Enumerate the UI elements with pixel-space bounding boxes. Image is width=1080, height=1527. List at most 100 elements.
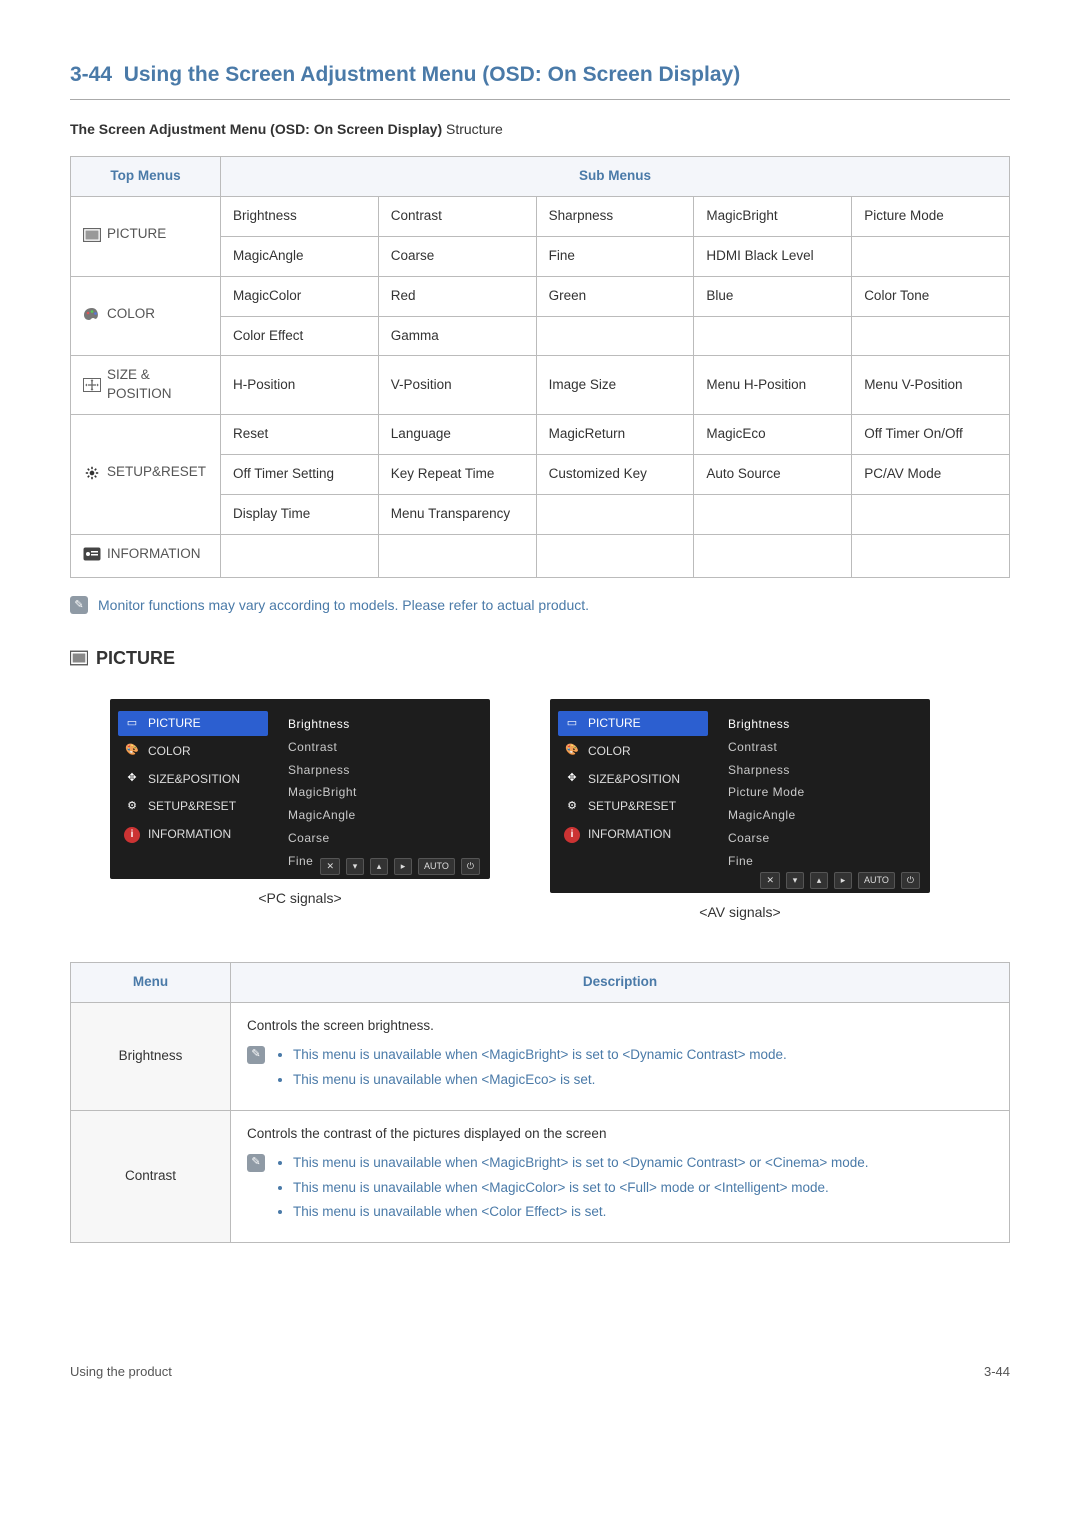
submenu-cell: Coarse — [378, 236, 536, 276]
info-icon: i — [124, 827, 140, 843]
section-text: Using the Screen Adjustment Menu (OSD: O… — [124, 63, 741, 86]
submenu-cell: Menu H-Position — [694, 356, 852, 415]
osd-option[interactable]: Brightness — [288, 713, 482, 736]
osd-nav-item[interactable]: ✥SIZE&POSITION — [118, 767, 268, 792]
osd-footer-button[interactable]: ✕ — [760, 872, 780, 889]
osd-footer-button[interactable]: ⏻ — [901, 872, 920, 889]
osd-nav-item[interactable]: ▭ PICTURE — [558, 711, 708, 736]
submenu-cell: Gamma — [378, 316, 536, 356]
submenu-cell: Customized Key — [536, 455, 694, 495]
desc-intro: Controls the contrast of the pictures di… — [247, 1125, 993, 1144]
submenu-cell: MagicColor — [221, 276, 379, 316]
osd-caption: <PC signals> — [110, 889, 490, 909]
osd-nav-item[interactable]: iINFORMATION — [558, 822, 708, 847]
submenu-cell — [852, 236, 1010, 276]
osd-footer-button[interactable]: ▸ — [394, 858, 412, 875]
osd-footer-button[interactable]: ▾ — [786, 872, 804, 889]
osd-nav-item[interactable]: ✥SIZE&POSITION — [558, 767, 708, 792]
top-menu-label: PICTURE — [107, 225, 166, 244]
page-footer: Using the product 3-44 — [70, 1363, 1010, 1381]
osd-nav-item[interactable]: 🎨 COLOR — [558, 739, 708, 764]
desc-cell: Controls the screen brightness.✎This men… — [231, 1003, 1010, 1111]
note-icon: ✎ — [247, 1046, 265, 1064]
osd-option[interactable]: Contrast — [728, 736, 922, 759]
osd-row: ▭PICTURE🎨COLOR✥SIZE&POSITION⚙SETUP&RESET… — [70, 699, 1010, 922]
note-item: This menu is unavailable when <MagicEco>… — [293, 1071, 787, 1090]
submenu-cell: Reset — [221, 415, 379, 455]
note-icon: ✎ — [70, 596, 88, 614]
note-block: ✎This menu is unavailable when <MagicBri… — [247, 1046, 993, 1096]
picture-heading-text: PICTURE — [96, 646, 175, 671]
osd-footer-button[interactable]: ▴ — [810, 872, 828, 889]
osd-nav-label: INFORMATION — [588, 826, 671, 843]
submenu-cell — [536, 534, 694, 577]
desc-menu-name: Brightness — [71, 1003, 231, 1111]
header-top-menus: Top Menus — [71, 156, 221, 196]
submenu-cell: Fine — [536, 236, 694, 276]
osd-nav-item[interactable]: ▭PICTURE — [118, 711, 268, 736]
osd-nav-label: PICTURE — [588, 715, 641, 732]
palette-icon: 🎨 — [564, 743, 580, 759]
submenu-cell — [221, 534, 379, 577]
section-title: 3-44 Using the Screen Adjustment Menu (O… — [70, 60, 1010, 100]
osd-nav-label: INFORMATION — [148, 826, 231, 843]
osd-option[interactable]: Coarse — [288, 827, 482, 850]
osd-footer-button[interactable]: ⏻ — [461, 858, 480, 875]
osd-nav-item[interactable]: 🎨COLOR — [118, 739, 268, 764]
osd-option[interactable]: Brightness — [728, 713, 922, 736]
note-item: This menu is unavailable when <Color Eff… — [293, 1203, 869, 1222]
osd-option[interactable]: MagicAngle — [728, 804, 922, 827]
osd-option[interactable]: MagicAngle — [288, 804, 482, 827]
desc-menu-name: Contrast — [71, 1110, 231, 1243]
osd-nav-label: COLOR — [588, 743, 631, 760]
osd-option[interactable]: Sharpness — [728, 759, 922, 782]
osd-footer-button[interactable]: ✕ — [320, 858, 340, 875]
osd-option[interactable]: Picture Mode — [728, 781, 922, 804]
structure-intro: The Screen Adjustment Menu (OSD: On Scre… — [70, 120, 1010, 140]
footer-left: Using the product — [70, 1363, 172, 1381]
size-icon: ✥ — [124, 771, 140, 787]
submenu-cell: MagicAngle — [221, 236, 379, 276]
note-block: ✎This menu is unavailable when <MagicBri… — [247, 1154, 993, 1229]
osd-option[interactable]: Coarse — [728, 827, 922, 850]
info-icon — [83, 547, 101, 561]
submenu-cell — [852, 495, 1010, 535]
osd-footer-button[interactable]: AUTO — [418, 858, 455, 875]
osd-footer-button[interactable]: ▸ — [834, 872, 852, 889]
osd-option[interactable]: MagicBright — [288, 781, 482, 804]
osd-nav-label: SIZE&POSITION — [588, 771, 680, 788]
submenu-cell: Color Effect — [221, 316, 379, 356]
submenu-cell: Green — [536, 276, 694, 316]
osd-footer-button[interactable]: ▴ — [370, 858, 388, 875]
picture-icon: ▭ — [564, 715, 580, 731]
osd-option[interactable]: Fine — [728, 850, 922, 873]
osd-footer: ✕ ▾ ▴ ▸ AUTO ⏻ — [110, 858, 490, 875]
gear-icon: ⚙ — [564, 799, 580, 815]
top-menu-cell: SETUP&RESET — [71, 415, 221, 535]
note-item: This menu is unavailable when <MagicBrig… — [293, 1154, 869, 1173]
osd-option[interactable]: Contrast — [288, 736, 482, 759]
osd-panel: ▭PICTURE 🎨COLOR ✥SIZE&POSITION⚙SETUP&RESET… — [110, 699, 490, 879]
top-menu-label: INFORMATION — [107, 545, 201, 564]
note-item: This menu is unavailable when <MagicColo… — [293, 1179, 869, 1198]
submenu-cell: V-Position — [378, 356, 536, 415]
top-menu-cell: INFORMATION — [71, 534, 221, 577]
osd-footer-button[interactable]: AUTO — [858, 872, 895, 889]
osd-nav-label: SETUP&RESET — [148, 798, 236, 815]
osd-footer-button[interactable]: ▾ — [346, 858, 364, 875]
osd-nav-item[interactable]: ⚙SETUP&RESET — [558, 794, 708, 819]
desc-cell: Controls the contrast of the pictures di… — [231, 1110, 1010, 1243]
osd-option[interactable]: Sharpness — [288, 759, 482, 782]
submenu-cell: MagicEco — [694, 415, 852, 455]
osd-nav-item[interactable]: ⚙SETUP&RESET — [118, 794, 268, 819]
note-text: Monitor functions may vary according to … — [98, 596, 589, 616]
top-menu-cell: SIZE & POSITION — [71, 356, 221, 415]
submenu-cell — [694, 316, 852, 356]
submenu-cell: PC/AV Mode — [852, 455, 1010, 495]
osd-panel: ▭ PICTURE 🎨 COLOR ✥SIZE&POSITION⚙SETUP&RESET… — [550, 699, 930, 893]
structure-table: Top Menus Sub Menus PICTUREBrightnessCon… — [70, 156, 1010, 578]
desc-intro: Controls the screen brightness. — [247, 1017, 993, 1036]
osd-nav-item[interactable]: i INFORMATION — [118, 822, 268, 847]
submenu-cell: HDMI Black Level — [694, 236, 852, 276]
osd-block: ▭ PICTURE 🎨 COLOR ✥SIZE&POSITION⚙SETUP&RESET… — [550, 699, 930, 922]
